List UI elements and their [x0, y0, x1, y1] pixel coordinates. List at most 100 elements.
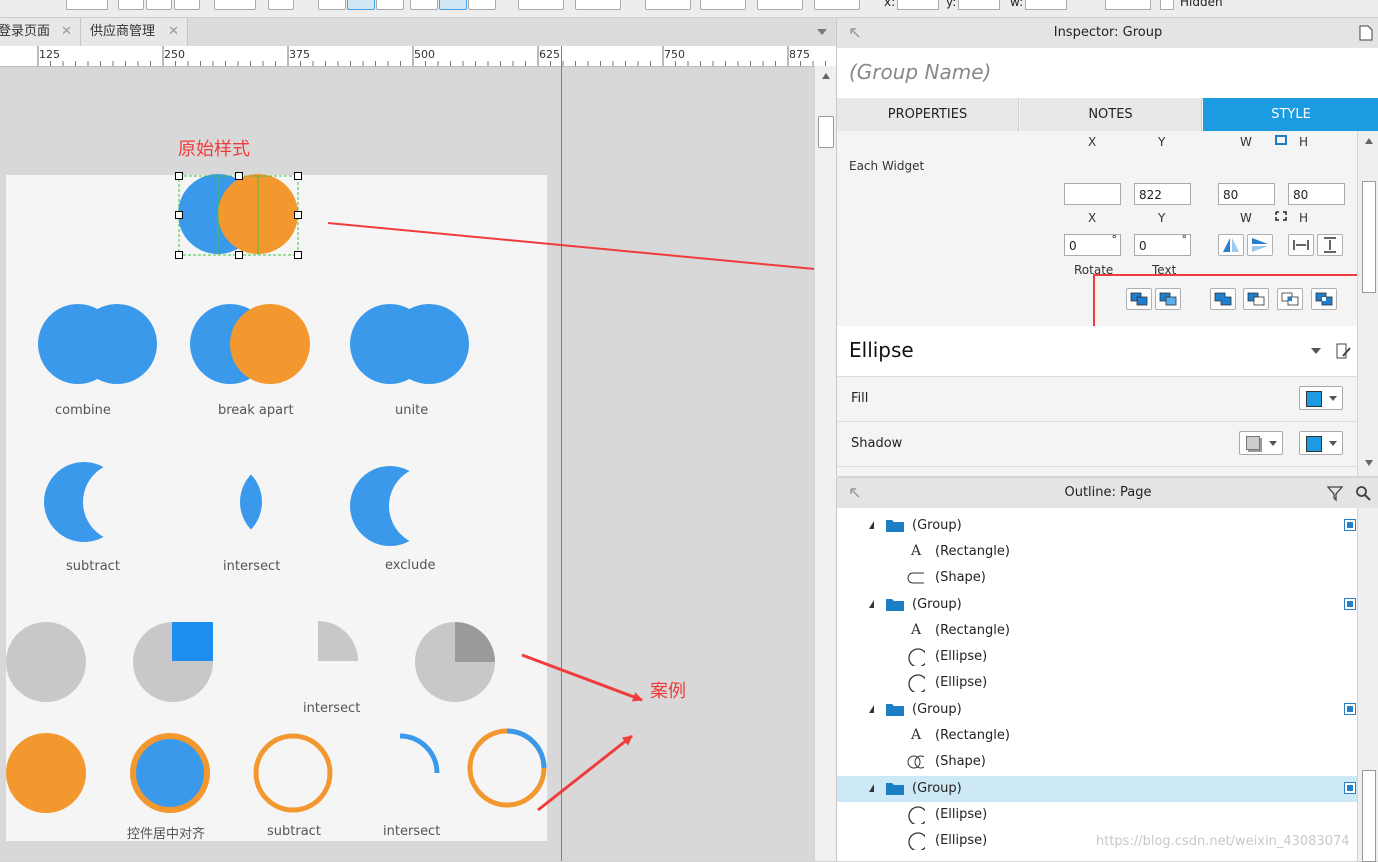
- canvas-scrollbar[interactable]: [814, 66, 837, 861]
- x-field[interactable]: [1064, 183, 1121, 205]
- outline-item-row[interactable]: (Shape): [837, 749, 1357, 775]
- gray-circle[interactable]: [6, 622, 86, 702]
- bold-button[interactable]: [118, 0, 144, 10]
- search-icon[interactable]: [1355, 485, 1371, 501]
- y-position-field[interactable]: [958, 0, 1000, 10]
- italic-button[interactable]: [146, 0, 172, 10]
- flip-horizontal-button[interactable]: [1218, 234, 1244, 256]
- rotate-field[interactable]: 0 °: [1064, 233, 1121, 256]
- outline-item-row[interactable]: (Ellipse): [837, 644, 1357, 670]
- collapse-arrow-icon[interactable]: [849, 487, 861, 499]
- expand-triangle-icon[interactable]: [869, 600, 874, 608]
- width-field[interactable]: [1025, 0, 1067, 10]
- outline-item-row[interactable]: A (Rectangle): [837, 539, 1357, 565]
- outline-item-row[interactable]: A (Rectangle): [837, 618, 1357, 644]
- shadow-style-dropdown[interactable]: [1239, 431, 1283, 455]
- centered-circles-shape[interactable]: [130, 733, 210, 813]
- visibility-checkbox[interactable]: [1344, 703, 1356, 715]
- text-rotate-field[interactable]: 0 °: [1134, 233, 1191, 256]
- outline-group-row[interactable]: (Group): [837, 776, 1357, 802]
- valign-bottom-button[interactable]: [468, 0, 496, 10]
- hidden-checkbox[interactable]: [1160, 0, 1174, 10]
- valign-top-button[interactable]: [410, 0, 438, 10]
- fill-color-dropdown[interactable]: [1299, 386, 1343, 410]
- inspector-scrollbar[interactable]: [1357, 131, 1378, 476]
- align-center-button[interactable]: [347, 0, 375, 10]
- circle-with-square-shape[interactable]: [133, 622, 213, 702]
- break-apart-button[interactable]: [1155, 288, 1181, 310]
- h-field[interactable]: 80: [1288, 183, 1345, 205]
- shadow-button[interactable]: [575, 0, 621, 10]
- unite-shape[interactable]: [350, 304, 469, 384]
- inspector-scroll-thumb[interactable]: [1362, 181, 1376, 293]
- filter-icon[interactable]: [1327, 486, 1345, 502]
- tabs-dropdown-icon[interactable]: [816, 28, 828, 36]
- close-icon[interactable]: ✕: [61, 18, 72, 46]
- expand-triangle-icon[interactable]: [869, 784, 874, 792]
- fill-color-button[interactable]: [518, 0, 564, 10]
- quarter-circle-shape[interactable]: [318, 621, 358, 661]
- circle-dark-quarter-shape[interactable]: [415, 622, 495, 702]
- exclude-button[interactable]: [1311, 288, 1337, 310]
- collapse-arrow-icon[interactable]: [849, 27, 861, 39]
- distribute-horizontal-button[interactable]: [1288, 234, 1314, 256]
- flip-vertical-button[interactable]: [1247, 234, 1273, 256]
- border-color-button[interactable]: [645, 0, 691, 10]
- style-selector[interactable]: Ellipse: [837, 326, 1357, 377]
- outline-group-row[interactable]: (Group): [837, 697, 1357, 723]
- outline-item-row[interactable]: (Ellipse): [837, 802, 1357, 828]
- outline-group-row[interactable]: (Group): [837, 513, 1357, 539]
- x-position-field[interactable]: [897, 0, 939, 10]
- subtract-button[interactable]: [1243, 288, 1269, 310]
- unite-button[interactable]: [1210, 288, 1236, 310]
- edit-style-icon[interactable]: [1335, 342, 1353, 360]
- lock-ratio-icon[interactable]: [1273, 134, 1289, 146]
- tab-supplier-management[interactable]: 供应商管理 ✕: [81, 18, 188, 46]
- outline-item-row[interactable]: (Ellipse): [837, 670, 1357, 696]
- font-size-field[interactable]: [66, 0, 108, 10]
- visibility-checkbox[interactable]: [1344, 782, 1356, 794]
- height-field[interactable]: [1105, 0, 1151, 10]
- intersect-shape[interactable]: [182, 462, 262, 542]
- expand-triangle-icon[interactable]: [869, 521, 874, 529]
- border-width-button[interactable]: [700, 0, 746, 10]
- original-shapes[interactable]: [175, 172, 302, 259]
- canvas-scroll-thumb[interactable]: [818, 116, 834, 148]
- valign-middle-button[interactable]: [439, 0, 467, 10]
- tab-properties[interactable]: PROPERTIES: [837, 98, 1019, 131]
- expand-triangle-icon[interactable]: [869, 705, 874, 713]
- y-field[interactable]: 822: [1134, 183, 1191, 205]
- outline-scroll-thumb[interactable]: [1362, 770, 1376, 862]
- page-icon[interactable]: [1359, 25, 1373, 41]
- orange-ring-shape[interactable]: [253, 733, 333, 813]
- chevron-down-icon[interactable]: [1311, 348, 1321, 354]
- outline-item-row[interactable]: (Shape): [837, 565, 1357, 591]
- align-right-button[interactable]: [376, 0, 404, 10]
- outline-scrollbar[interactable]: [1357, 508, 1378, 862]
- tab-notes[interactable]: NOTES: [1020, 98, 1202, 131]
- combine-button[interactable]: [1126, 288, 1152, 310]
- bullet-button[interactable]: [268, 0, 294, 10]
- border-style-button[interactable]: [757, 0, 803, 10]
- align-left-button[interactable]: [318, 0, 346, 10]
- exclude-shape[interactable]: [350, 466, 469, 546]
- scroll-up-icon[interactable]: [1364, 137, 1374, 145]
- visibility-checkbox[interactable]: [1344, 519, 1356, 531]
- w-field[interactable]: 80: [1218, 183, 1275, 205]
- outline-group-row[interactable]: (Group): [837, 592, 1357, 618]
- scroll-up-icon[interactable]: [821, 72, 831, 80]
- underline-button[interactable]: [174, 0, 200, 10]
- combine-shape[interactable]: [38, 304, 157, 384]
- arrow-style-button[interactable]: [814, 0, 860, 10]
- blue-arc-shape[interactable]: [399, 733, 440, 774]
- tab-style[interactable]: STYLE: [1203, 98, 1378, 131]
- unlock-ratio-icon[interactable]: [1273, 210, 1289, 222]
- distribute-vertical-button[interactable]: [1317, 234, 1343, 256]
- visibility-checkbox[interactable]: [1344, 598, 1356, 610]
- break-apart-shape[interactable]: [190, 304, 310, 384]
- ring-with-arc-shape[interactable]: [467, 728, 547, 808]
- close-icon[interactable]: ✕: [168, 18, 179, 46]
- scroll-down-icon[interactable]: [1364, 459, 1374, 467]
- group-name-field[interactable]: (Group Name): [837, 48, 1378, 99]
- font-color-button[interactable]: [214, 0, 256, 10]
